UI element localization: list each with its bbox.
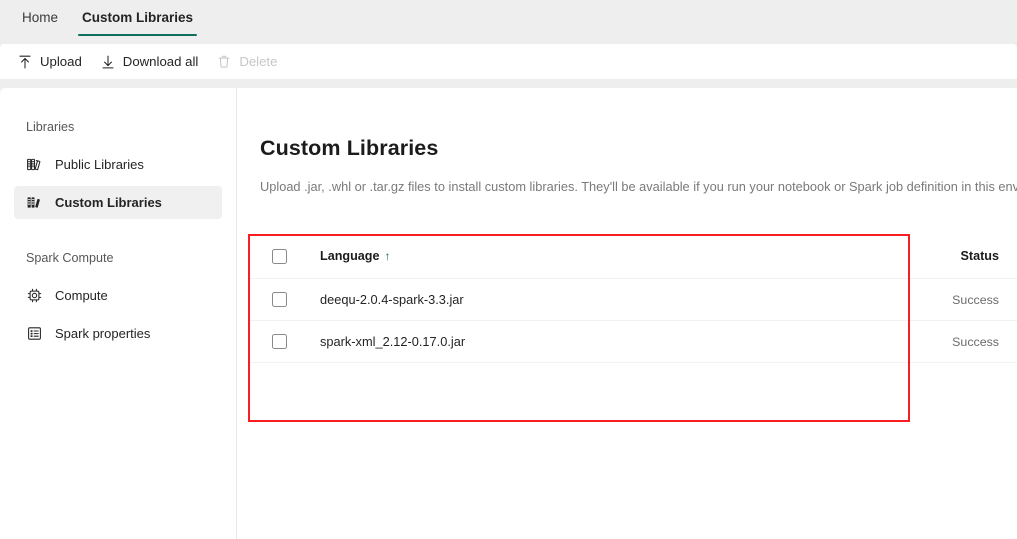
row-checkbox[interactable] bbox=[271, 334, 287, 349]
tab-custom-libraries-label: Custom Libraries bbox=[82, 10, 194, 25]
row-checkbox[interactable] bbox=[271, 292, 287, 307]
sort-ascending-icon: ↑ bbox=[384, 249, 391, 263]
tab-custom-libraries[interactable]: Custom Libraries bbox=[70, 0, 205, 36]
sidebar-group-spark-compute-title: Spark Compute bbox=[26, 251, 114, 265]
column-header-language[interactable]: Language ↑ bbox=[308, 249, 897, 263]
page-description: Upload .jar, .whl or .tar.gz files to in… bbox=[260, 179, 1017, 194]
sidebar-item-custom-libraries[interactable]: Custom Libraries bbox=[14, 186, 222, 219]
table-empty-filler bbox=[248, 363, 1017, 396]
tab-home-label: Home bbox=[22, 10, 59, 25]
sidebar-group-libraries-title: Libraries bbox=[26, 120, 75, 134]
select-all-checkbox[interactable] bbox=[271, 248, 287, 264]
books-outline-icon bbox=[26, 156, 43, 173]
active-tab-underline bbox=[78, 33, 198, 36]
sidebar-item-compute[interactable]: Compute bbox=[14, 279, 222, 312]
sidebar-item-custom-libraries-label: Custom Libraries bbox=[55, 195, 162, 210]
row-select-cell bbox=[248, 334, 308, 349]
properties-list-icon bbox=[26, 325, 43, 342]
application-window: Home Custom Libraries Upload Download al… bbox=[0, 0, 1017, 539]
tab-strip: Home Custom Libraries bbox=[0, 0, 1017, 45]
sidebar-item-spark-properties[interactable]: Spark properties bbox=[14, 317, 222, 350]
delete-button-label: Delete bbox=[239, 54, 278, 69]
cell-library-name: deequ-2.0.4-spark-3.3.jar bbox=[320, 292, 464, 307]
sidebar-item-public-libraries[interactable]: Public Libraries bbox=[14, 148, 222, 181]
main-content: Custom Libraries Upload .jar, .whl or .t… bbox=[237, 88, 1017, 539]
cell-library-name: spark-xml_2.12-0.17.0.jar bbox=[320, 334, 466, 349]
libraries-table: Language ↑ Status deequ-2.0.4-spark-3.3.j… bbox=[248, 234, 1017, 396]
content-shell: Libraries Public Libraries Custom Librar… bbox=[0, 88, 1017, 539]
upload-button-label: Upload bbox=[40, 54, 82, 69]
sidebar-item-spark-properties-label: Spark properties bbox=[55, 326, 151, 341]
download-all-button-label: Download all bbox=[122, 54, 199, 69]
column-header-status[interactable]: Status bbox=[897, 249, 1017, 263]
upload-button[interactable]: Upload bbox=[8, 49, 91, 75]
trash-icon bbox=[216, 54, 232, 70]
select-all-cell bbox=[248, 248, 308, 264]
download-all-button[interactable]: Download all bbox=[91, 49, 208, 75]
delete-button: Delete bbox=[207, 49, 286, 75]
command-toolbar: Upload Download all Delete bbox=[0, 44, 1017, 79]
upload-arrow-icon bbox=[17, 54, 33, 70]
table-header-row: Language ↑ Status bbox=[248, 234, 1017, 279]
table-row[interactable]: deequ-2.0.4-spark-3.3.jar Success bbox=[248, 279, 1017, 321]
column-header-status-label: Status bbox=[960, 249, 1000, 263]
column-header-language-label: Language bbox=[320, 249, 380, 263]
download-arrow-icon bbox=[100, 54, 116, 70]
cpu-chip-icon bbox=[26, 287, 43, 304]
books-filled-icon bbox=[26, 194, 43, 211]
cell-library-status: Success bbox=[952, 292, 999, 307]
page-title: Custom Libraries bbox=[260, 136, 439, 160]
sidebar-item-compute-label: Compute bbox=[55, 288, 108, 303]
cell-library-status: Success bbox=[952, 334, 999, 349]
table-row[interactable]: spark-xml_2.12-0.17.0.jar Success bbox=[248, 321, 1017, 363]
tab-home[interactable]: Home bbox=[10, 0, 70, 35]
sidebar-navigation: Libraries Public Libraries Custom Librar… bbox=[0, 88, 236, 539]
sidebar-item-public-libraries-label: Public Libraries bbox=[55, 157, 144, 172]
row-select-cell bbox=[248, 292, 308, 307]
